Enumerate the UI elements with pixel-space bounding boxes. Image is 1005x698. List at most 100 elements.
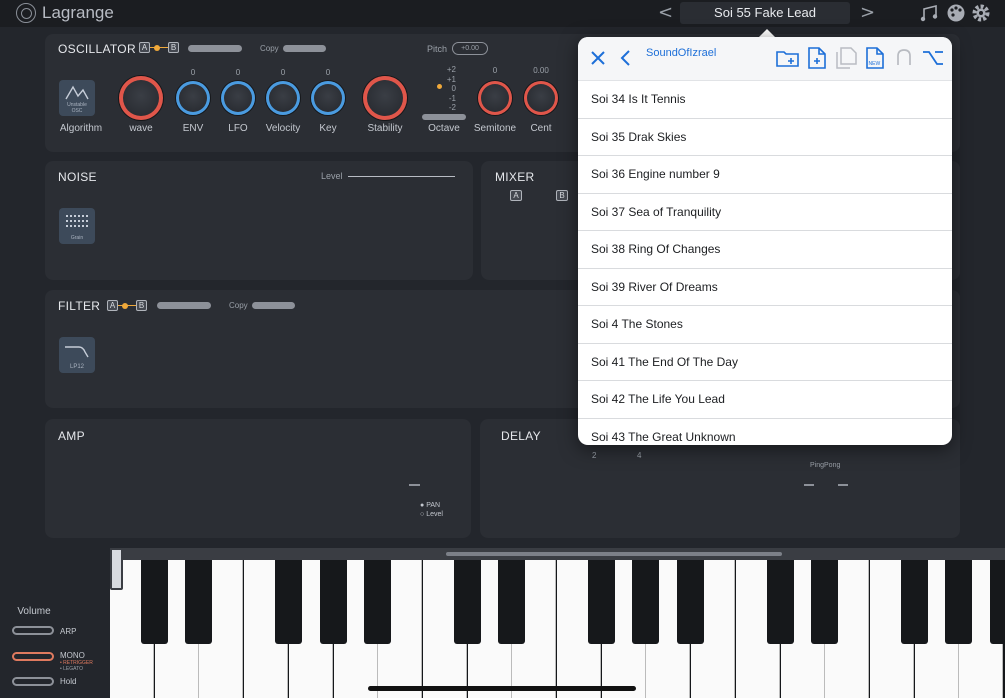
black-key[interactable]	[498, 560, 526, 644]
preset-list-item[interactable]: Soi 4 The Stones	[578, 306, 952, 344]
preset-item-label: Soi 37 Sea of Tranquility	[591, 204, 722, 219]
unstable-osc-icon	[65, 85, 89, 100]
osc-semitone-knob[interactable]	[478, 81, 512, 115]
oscillator-copy-button[interactable]	[283, 45, 326, 52]
black-key[interactable]	[587, 560, 615, 644]
pingpong-link-right	[838, 484, 848, 486]
preset-item-label: Soi 38 Ring Of Changes	[591, 242, 721, 256]
mixer-b-badge: B	[556, 190, 568, 201]
music-notes-icon[interactable]	[920, 3, 940, 23]
osc-key-value: 0	[325, 68, 331, 77]
noise-level-label: Level	[321, 171, 343, 181]
osc-lfo-value: 0	[235, 68, 241, 77]
pitch-value[interactable]: +0.00	[452, 42, 488, 55]
black-key[interactable]	[364, 560, 392, 644]
legato-option[interactable]: • LEGATO	[60, 666, 83, 672]
duplicate-icon[interactable]	[833, 45, 859, 71]
preset-list-item[interactable]: Soi 42 The Life You Lead	[578, 381, 952, 419]
filter-ab-slider[interactable]	[157, 302, 211, 309]
gear-icon[interactable]	[971, 3, 991, 23]
black-key[interactable]	[766, 560, 794, 644]
black-key[interactable]	[900, 560, 928, 644]
filter-copy-button[interactable]	[252, 302, 295, 309]
osc-key-knob[interactable]	[311, 81, 345, 115]
perform-column: Volume ARP MONO • RETRIGGER • LEGATO Hol…	[0, 548, 110, 698]
preset-list-item[interactable]: Soi 35 Drak Skies	[578, 119, 952, 156]
osc-velocity-knob[interactable]	[266, 81, 300, 115]
octave-indicator	[437, 84, 442, 89]
black-key[interactable]	[990, 560, 1005, 644]
prev-preset-button[interactable]: <	[658, 2, 673, 23]
black-key[interactable]	[319, 560, 347, 644]
home-indicator	[368, 686, 636, 691]
new-folder-icon[interactable]	[775, 45, 801, 71]
oscillator-ab-slider[interactable]	[188, 45, 242, 52]
new-file-icon[interactable]	[804, 45, 830, 71]
black-key[interactable]	[274, 560, 302, 644]
octave-bar[interactable]	[422, 114, 466, 120]
osc-stability-knob[interactable]	[363, 76, 407, 120]
new-preset-icon[interactable]: NEW	[862, 45, 888, 71]
black-key[interactable]	[811, 560, 839, 644]
hold-toggle[interactable]	[12, 677, 54, 686]
piano-keyboard[interactable]	[110, 548, 1005, 698]
black-key[interactable]	[140, 560, 168, 644]
osc-lfo-knob[interactable]	[221, 81, 255, 115]
current-folder-name[interactable]: SoundOfIzrael	[646, 47, 716, 59]
undo-icon[interactable]	[891, 45, 917, 71]
back-icon[interactable]	[613, 45, 639, 71]
delay-l-value: 2	[592, 451, 597, 460]
close-icon[interactable]	[585, 45, 611, 71]
osc-cent-value: 0.00	[533, 66, 549, 75]
preset-list-item[interactable]: Soi 39 River Of Dreams	[578, 269, 952, 306]
noise-algorithm-button[interactable]: Grain	[59, 208, 95, 244]
black-key[interactable]	[677, 560, 705, 644]
oscillator-ab-toggle[interactable]: A B	[139, 42, 179, 53]
hold-label: Hold	[60, 677, 77, 686]
mixer-title: MIXER	[495, 170, 535, 184]
osc-cent-knob[interactable]	[524, 81, 558, 115]
preset-name-button[interactable]: Soi 55 Fake Lead	[680, 2, 850, 24]
preset-list-item[interactable]: Soi 37 Sea of Tranquility	[578, 194, 952, 231]
palette-icon[interactable]	[946, 3, 966, 23]
keyboard-range-handle[interactable]	[110, 548, 123, 590]
arp-toggle[interactable]	[12, 626, 54, 635]
filter-title: FILTER	[58, 299, 101, 313]
preset-list-item[interactable]: Soi 41 The End Of The Day	[578, 344, 952, 381]
top-bar: Lagrange < Soi 55 Fake Lead >	[0, 0, 1005, 27]
black-key[interactable]	[185, 560, 213, 644]
osc-env-knob[interactable]	[176, 81, 210, 115]
noise-panel	[45, 161, 473, 280]
keyboard-scrollbar[interactable]	[110, 548, 1005, 560]
black-key[interactable]	[632, 560, 660, 644]
osc-velocity-value: 0	[280, 68, 286, 77]
black-key[interactable]	[945, 560, 973, 644]
filter-ab-toggle[interactable]: A B	[107, 300, 147, 311]
preset-list-item[interactable]: Soi 43 The Great Unknown	[578, 419, 952, 446]
mono-toggle[interactable]	[12, 652, 54, 661]
keyboard-scroll-thumb[interactable]	[446, 552, 782, 556]
amp-level-option[interactable]: ○ Level	[420, 511, 443, 518]
preset-item-label: Soi 39 River Of Dreams	[591, 279, 718, 294]
amp-title: AMP	[58, 429, 85, 443]
preset-list-item[interactable]: Soi 38 Ring Of Changes	[578, 231, 952, 269]
preset-list-item[interactable]: Soi 36 Engine number 9	[578, 156, 952, 194]
octave-steps[interactable]: +2 +1 0 -1 -2	[444, 65, 456, 113]
option-icon[interactable]	[920, 45, 946, 71]
amp-pan-label[interactable]: ● PAN	[420, 502, 440, 509]
amp-panel	[45, 419, 471, 538]
next-preset-button[interactable]: >	[860, 2, 875, 23]
mono-label: MONO	[60, 651, 85, 660]
oscillator-algorithm-button[interactable]: Unstable OSC	[59, 80, 95, 116]
mixer-a-badge: A	[510, 190, 522, 201]
osc-env-value: 0	[190, 68, 196, 77]
filter-type-button[interactable]: LP12	[59, 337, 95, 373]
preset-item-label: Soi 34 Is It Tennis	[591, 92, 686, 106]
grain-icon	[66, 215, 88, 227]
black-key[interactable]	[453, 560, 481, 644]
oscillator-title: OSCILLATOR	[58, 42, 136, 56]
preset-list-item[interactable]: Soi 34 Is It Tennis	[578, 81, 952, 119]
pitch-label: Pitch	[427, 44, 448, 54]
osc-wave-knob[interactable]	[119, 76, 163, 120]
noise-level-slider[interactable]	[348, 176, 455, 177]
